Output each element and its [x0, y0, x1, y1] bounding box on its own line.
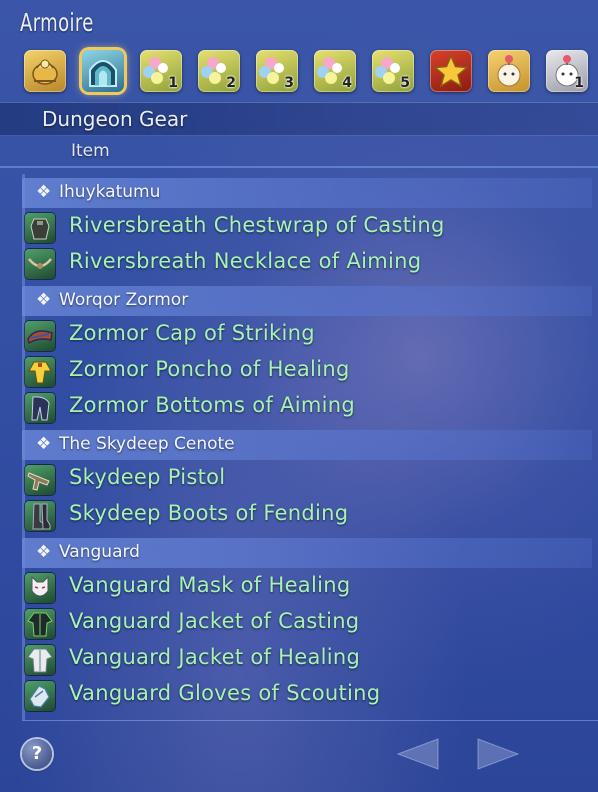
group-diamond-icon: ❖ [36, 182, 52, 202]
group-header-ihuykatumu[interactable]: ❖ Ihuykatumu [22, 178, 592, 208]
tab-badge: 1 [168, 75, 178, 91]
list-item[interactable]: Zormor Bottoms of Aiming [22, 390, 592, 426]
tab-badge: 3 [284, 75, 294, 91]
list-item[interactable]: Vanguard Mask of Healing [22, 570, 592, 606]
list-item[interactable]: Vanguard Jacket of Casting [22, 606, 592, 642]
list-item[interactable]: Riversbreath Necklace of Aiming [22, 246, 592, 282]
item-label: Zormor Poncho of Healing [69, 357, 350, 381]
tab-star[interactable] [430, 50, 472, 92]
list-item[interactable]: Zormor Cap of Striking [22, 318, 592, 354]
item-label: Vanguard Gloves of Scouting [69, 681, 381, 705]
item-list: ❖ Ihuykatumu Riversbreath Chestwrap of C… [22, 174, 592, 714]
list-item[interactable]: Vanguard Jacket of Healing [22, 642, 592, 678]
item-label: Riversbreath Chestwrap of Casting [69, 213, 445, 237]
group-name: Worqor Zormor [59, 290, 189, 310]
item-label: Vanguard Jacket of Healing [69, 645, 361, 669]
list-item[interactable]: Skydeep Boots of Fending [22, 498, 592, 534]
item-label: Skydeep Pistol [69, 465, 226, 489]
jacket-icon [25, 645, 55, 675]
group-diamond-icon: ❖ [36, 542, 52, 562]
group-header-vanguard[interactable]: ❖ Vanguard [22, 538, 592, 568]
gloves-icon [25, 681, 55, 711]
jacket-icon [25, 609, 55, 639]
star-icon [433, 54, 469, 88]
group-name: Ihuykatumu [59, 182, 161, 202]
item-label: Vanguard Mask of Healing [69, 573, 351, 597]
next-page-button[interactable] [474, 736, 522, 772]
boots-icon [25, 501, 55, 531]
group-diamond-icon: ❖ [36, 434, 52, 454]
help-button[interactable]: ? [22, 739, 52, 769]
tab-dungeon-gear[interactable] [82, 50, 124, 92]
window-title: Armoire [20, 8, 94, 37]
arrow-right-icon [477, 738, 520, 770]
necklace-icon [25, 249, 55, 279]
item-label: Zormor Cap of Striking [69, 321, 315, 345]
group-diamond-icon: ❖ [36, 290, 52, 310]
item-label: Skydeep Boots of Fending [69, 501, 349, 525]
item-label: Zormor Bottoms of Aiming [69, 393, 356, 417]
list-item[interactable]: Riversbreath Chestwrap of Casting [22, 210, 592, 246]
gear-bag-icon [32, 59, 58, 85]
tab-moogle[interactable] [488, 50, 530, 92]
poncho-icon [25, 357, 55, 387]
section-title: Dungeon Gear [42, 107, 188, 131]
item-label: Riversbreath Necklace of Aiming [69, 249, 422, 273]
moogle-icon [497, 55, 521, 87]
group-name: Vanguard [59, 542, 140, 562]
tab-flower-1[interactable]: 1 [140, 50, 182, 92]
list-item[interactable]: Vanguard Gloves of Scouting [22, 678, 592, 714]
footer-divider [22, 720, 598, 721]
column-header-item: Item [71, 141, 110, 161]
tab-gear-bag[interactable] [24, 50, 66, 92]
arrow-left-icon [396, 738, 439, 770]
tab-moogle-1[interactable]: 1 [546, 50, 588, 92]
cap-icon [25, 321, 55, 351]
section-header: Dungeon Gear [0, 102, 598, 136]
item-label: Vanguard Jacket of Casting [69, 609, 360, 633]
bottoms-icon [25, 393, 55, 423]
mask-icon [25, 573, 55, 603]
tab-flower-2[interactable]: 2 [198, 50, 240, 92]
tab-badge: 2 [226, 75, 236, 91]
portal-icon [89, 60, 117, 87]
pistol-icon [25, 465, 55, 495]
armoire-window: Armoire 1 2 3 4 5 1 Dungeon Gear Item ❖ … [0, 0, 598, 792]
prev-page-button[interactable] [394, 736, 442, 772]
tab-flower-5[interactable]: 5 [372, 50, 414, 92]
chestwrap-icon [25, 213, 55, 243]
tab-badge: 5 [400, 75, 410, 91]
group-header-skydeep-cenote[interactable]: ❖ The Skydeep Cenote [22, 430, 592, 460]
list-item[interactable]: Zormor Poncho of Healing [22, 354, 592, 390]
column-header: Item [0, 136, 598, 168]
group-name: The Skydeep Cenote [59, 434, 235, 454]
tab-badge: 1 [574, 75, 584, 91]
tab-flower-3[interactable]: 3 [256, 50, 298, 92]
tab-flower-4[interactable]: 4 [314, 50, 356, 92]
list-item[interactable]: Skydeep Pistol [22, 462, 592, 498]
tab-badge: 4 [342, 75, 352, 91]
group-header-worqor-zormor[interactable]: ❖ Worqor Zormor [22, 286, 592, 316]
